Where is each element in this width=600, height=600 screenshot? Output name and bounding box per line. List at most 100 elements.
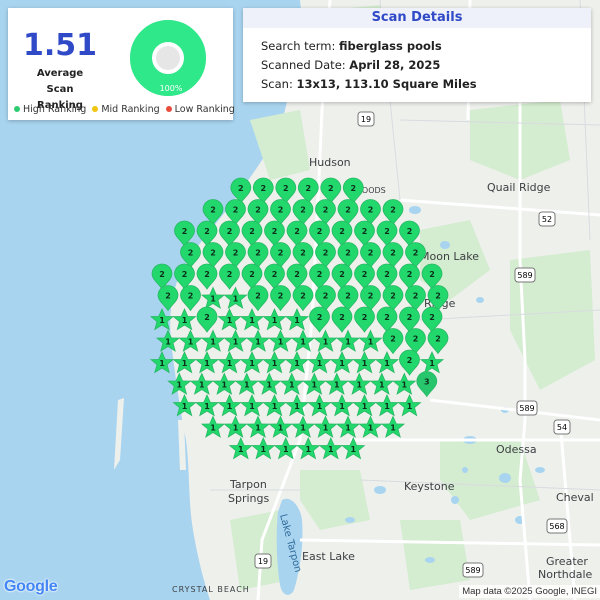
pin-rank-label: 2 <box>362 270 368 279</box>
pin-rank-label: 1 <box>177 381 183 390</box>
map-label-odessa: Odessa <box>496 443 537 456</box>
route-shield-19: 19 <box>254 553 272 569</box>
map-label-greater: Greater <box>546 555 588 568</box>
route-shield-589: 589 <box>516 400 538 416</box>
pin-rank-label: 2 <box>294 227 300 236</box>
pin-rank-label: 1 <box>312 381 318 390</box>
pin-rank-label: 2 <box>368 249 374 258</box>
pin-rank-label: 1 <box>328 445 334 454</box>
pin-rank-label: 2 <box>261 184 267 193</box>
map-label-crystal-beach: CRYSTAL BEACH <box>172 585 250 594</box>
pin-rank-label: 2 <box>278 292 284 301</box>
donut-percent-label: 100% <box>160 84 183 93</box>
pin-rank-label: 2 <box>249 227 255 236</box>
pin-rank-label: 2 <box>159 270 165 279</box>
legend-dot-high <box>14 106 20 112</box>
pin-rank-label: 1 <box>272 359 278 368</box>
legend-dot-mid <box>92 106 99 112</box>
pin-rank-label: 2 <box>272 270 278 279</box>
pin-rank-label: 2 <box>435 292 441 301</box>
pin-rank-label: 2 <box>300 249 306 258</box>
pin-rank-label: 1 <box>227 316 233 325</box>
pin-rank-label: 1 <box>306 445 312 454</box>
pin-rank-label: 1 <box>188 338 194 347</box>
pin-rank-label: 1 <box>289 381 295 390</box>
pin-rank-label: 1 <box>159 316 165 325</box>
pin-rank-label: 1 <box>210 295 216 304</box>
map-attribution[interactable]: Map data ©2025 Google, INEGI <box>459 585 600 598</box>
google-logo: Google <box>4 578 58 596</box>
pin-rank-label: 2 <box>188 249 194 258</box>
pin-rank-label: 1 <box>323 338 329 347</box>
map-label-northdale: Northdale <box>538 568 593 581</box>
pin-rank-label: 2 <box>255 206 261 215</box>
ranking-legend: High Ranking Mid Ranking Low Ranking <box>14 104 238 115</box>
pin-rank-label: 2 <box>323 249 329 258</box>
pin-rank-label: 1 <box>294 316 300 325</box>
pin-rank-label: 1 <box>182 359 188 368</box>
pin-rank-label: 2 <box>384 227 390 236</box>
high-ranking-donut: 100% <box>130 20 206 96</box>
pin-rank-label: 1 <box>233 338 239 347</box>
average-label-line1: Average <box>36 68 84 79</box>
pin-rank-label: 1 <box>272 402 278 411</box>
svg-text:589: 589 <box>517 271 532 280</box>
pin-rank-label: 2 <box>390 206 396 215</box>
pin-rank-label: 3 <box>424 378 430 387</box>
pin-rank-label: 2 <box>339 270 345 279</box>
scanned-date-value: April 28, 2025 <box>349 58 441 72</box>
pin-rank-label: 1 <box>368 338 374 347</box>
legend-item-low: Low Ranking <box>165 104 235 115</box>
map-label-quail-ridge: Quail Ridge <box>487 181 551 194</box>
pin-rank-label: 1 <box>283 445 289 454</box>
pin-rank-label: 2 <box>238 184 244 193</box>
pin-rank-label: 1 <box>182 316 188 325</box>
pin-rank-label: 1 <box>244 381 250 390</box>
pin-rank-label: 1 <box>249 359 255 368</box>
pin-rank-label: 1 <box>300 424 306 433</box>
pin-rank-label: 1 <box>384 359 390 368</box>
pin-rank-label: 1 <box>233 295 239 304</box>
map-label-moon-lake: Moon Lake <box>420 250 479 263</box>
pin-rank-label: 1 <box>317 402 323 411</box>
legend-dot-low <box>165 106 172 112</box>
pin-rank-label: 1 <box>261 445 267 454</box>
pin-rank-label: 1 <box>199 381 205 390</box>
pin-rank-label: 2 <box>345 249 351 258</box>
pin-rank-label: 2 <box>255 249 261 258</box>
pin-rank-label: 1 <box>300 338 306 347</box>
route-shield-52: 52 <box>538 211 556 227</box>
pin-rank-label: 2 <box>294 270 300 279</box>
route-shield-568: 568 <box>546 518 568 534</box>
pin-rank-label: 2 <box>204 227 210 236</box>
pin-rank-label: 2 <box>204 270 210 279</box>
pin-rank-label: 2 <box>351 184 357 193</box>
pin-rank-label: 2 <box>165 292 171 301</box>
pin-rank-label: 2 <box>407 227 413 236</box>
scan-size-row: Scan: 13x13, 113.10 Square Miles <box>261 77 477 91</box>
search-term-row: Search term: fiberglass pools <box>261 39 442 53</box>
pin-rank-label: 2 <box>339 313 345 322</box>
svg-text:589: 589 <box>465 566 480 575</box>
map-label-hudson: Hudson <box>309 156 351 169</box>
pin-rank-label: 2 <box>407 313 413 322</box>
pin-rank-label: 2 <box>429 313 435 322</box>
pin-rank-label: 1 <box>210 338 216 347</box>
pin-rank-label: 2 <box>300 206 306 215</box>
pin-rank-label: 2 <box>255 292 261 301</box>
pin-rank-label: 1 <box>345 424 351 433</box>
pin-rank-label: 1 <box>368 424 374 433</box>
pin-rank-label: 2 <box>384 270 390 279</box>
pin-rank-label: 2 <box>384 313 390 322</box>
pin-rank-label: 2 <box>345 206 351 215</box>
pin-rank-label: 2 <box>390 292 396 301</box>
pin-rank-label: 1 <box>402 381 408 390</box>
pin-rank-label: 1 <box>390 424 396 433</box>
pin-rank-label: 1 <box>182 402 188 411</box>
pin-rank-label: 1 <box>362 402 368 411</box>
pin-rank-label: 2 <box>204 313 210 322</box>
pin-rank-label: 1 <box>351 445 357 454</box>
pin-rank-label: 1 <box>165 338 171 347</box>
svg-text:19: 19 <box>361 115 371 124</box>
route-shield-589: 589 <box>514 267 536 283</box>
